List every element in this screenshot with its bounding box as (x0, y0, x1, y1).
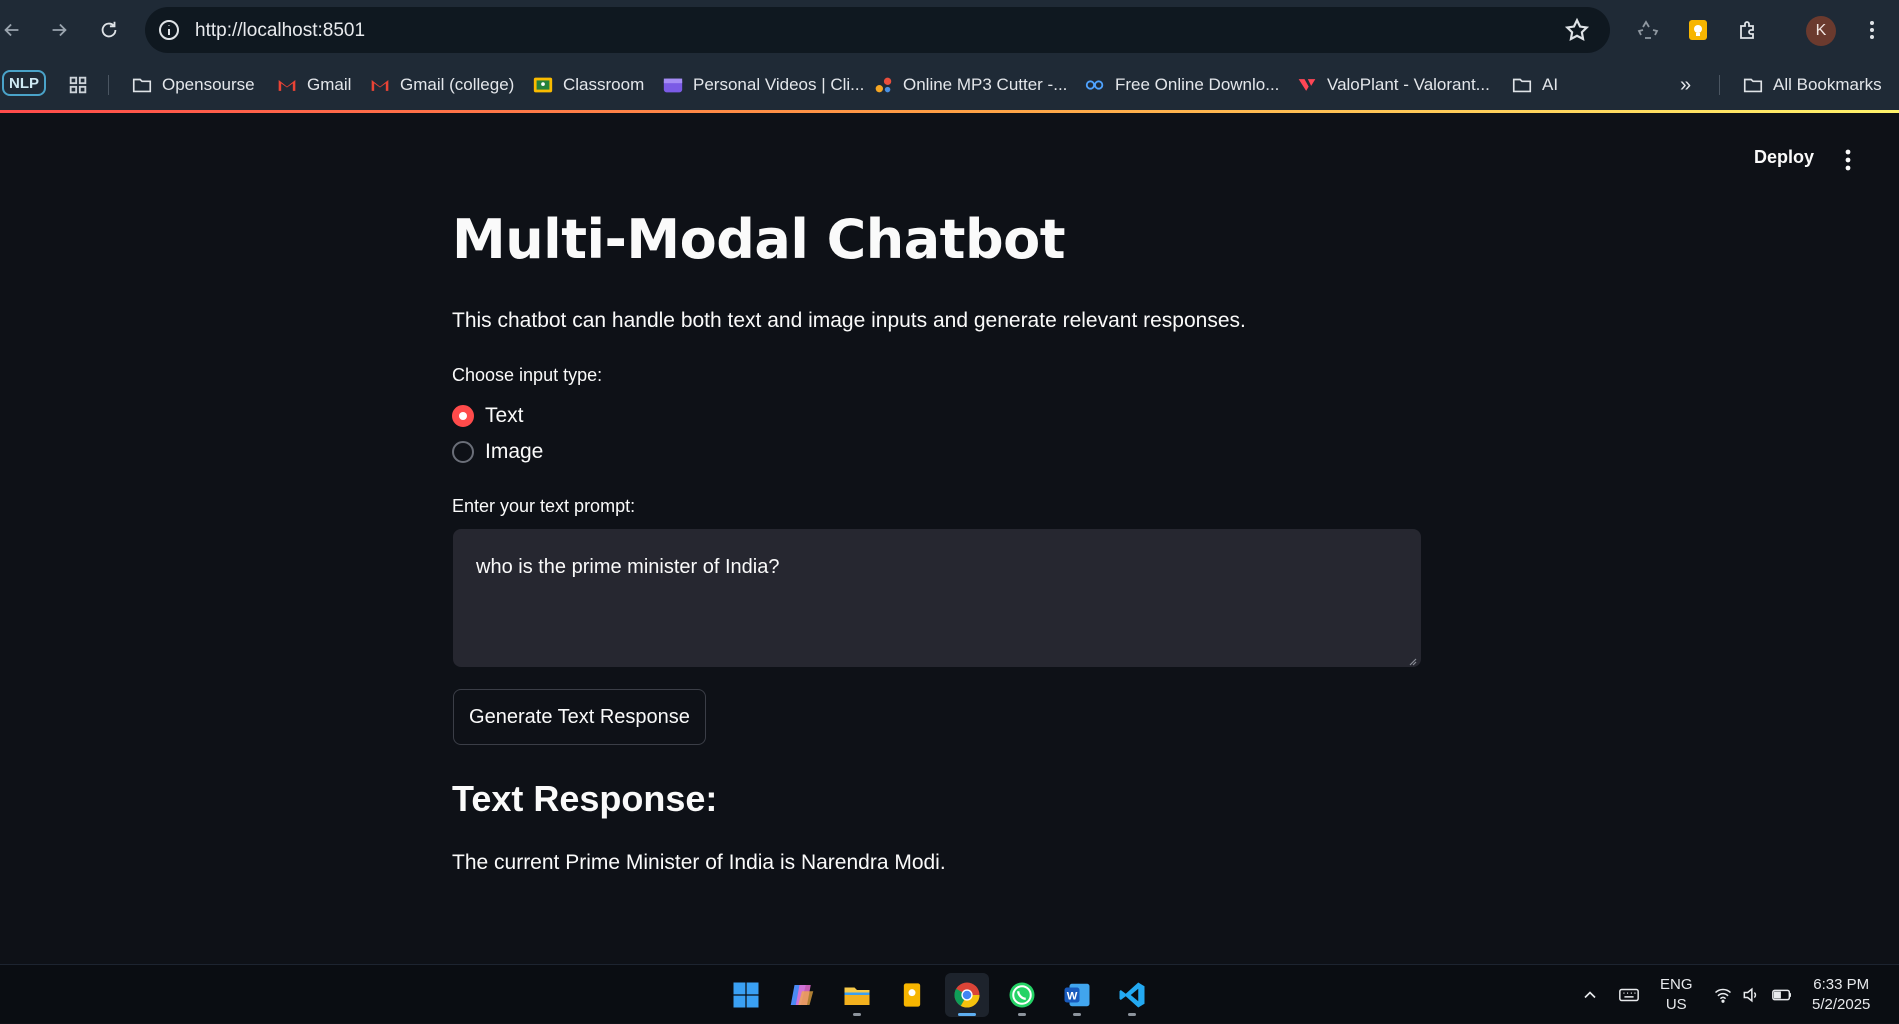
radio-option-text[interactable]: Text (452, 404, 524, 428)
recycle-extension-icon[interactable] (1633, 15, 1663, 45)
bookmark-personal-videos[interactable]: Personal Videos | Cli... (662, 60, 864, 110)
folder-icon (1742, 74, 1764, 96)
clock[interactable]: 6:33 PM 5/2/2025 (1812, 965, 1870, 1024)
browser-toolbar: http://localhost:8501 K (0, 0, 1899, 60)
apps-grid-icon[interactable] (67, 60, 89, 110)
windows-start-icon[interactable] (724, 973, 768, 1017)
prompt-label: Enter your text prompt: (452, 496, 636, 516)
streamlit-header-decoration (0, 110, 1899, 113)
clipchamp-icon (662, 74, 684, 96)
reload-icon[interactable] (91, 12, 127, 48)
tray-overflow-icon[interactable] (1580, 965, 1600, 1024)
valoplant-icon (1296, 74, 1318, 96)
text-prompt-input[interactable]: who is the prime minister of India? (453, 529, 1421, 667)
page-description: This chatbot can handle both text and im… (452, 309, 1246, 332)
profile-avatar[interactable]: K (1806, 16, 1836, 46)
back-icon[interactable] (0, 12, 30, 48)
bookmark-ai[interactable]: AI (1511, 60, 1558, 110)
response-text: The current Prime Minister of India is N… (452, 851, 946, 874)
bookmark-mp3-cutter[interactable]: Online MP3 Cutter -... (872, 60, 1067, 110)
windows-taskbar: W ENG US 6:33 PM 5/2/2025 (0, 964, 1899, 1023)
volume-icon[interactable] (1741, 965, 1761, 1024)
wifi-icon[interactable] (1713, 965, 1733, 1024)
svg-text:W: W (1067, 990, 1078, 1002)
classroom-icon (532, 74, 554, 96)
radio-selected-icon[interactable] (452, 405, 474, 427)
bookmarks-bar: Opensourse Gmail Gmail (college) Classro… (0, 60, 1899, 110)
bookmark-gmail-college[interactable]: Gmail (college) (369, 60, 514, 110)
address-bar[interactable]: http://localhost:8501 (145, 7, 1610, 53)
folder-icon (131, 74, 153, 96)
file-explorer-icon[interactable] (835, 973, 879, 1017)
bookmark-nlp[interactable]: NLP (2, 70, 46, 96)
forward-icon[interactable] (41, 12, 77, 48)
all-bookmarks[interactable]: All Bookmarks (1742, 60, 1882, 110)
radio-option-image[interactable]: Image (452, 440, 543, 464)
deploy-button[interactable]: Deploy (1754, 147, 1814, 168)
input-type-label: Choose input type: (452, 365, 603, 385)
radio-unselected-icon[interactable] (452, 441, 474, 463)
bookmark-opensourse[interactable]: Opensourse (131, 60, 255, 110)
response-heading: Text Response: (452, 778, 718, 819)
vscode-icon[interactable] (1110, 973, 1154, 1017)
chrome-icon[interactable] (945, 973, 989, 1017)
whatsapp-icon[interactable] (1000, 973, 1044, 1017)
notes-icon[interactable] (890, 973, 934, 1017)
text-prompt-value[interactable]: who is the prime minister of India? (476, 556, 779, 579)
browser-menu-icon[interactable] (1857, 15, 1887, 45)
bookmark-gmail[interactable]: Gmail (276, 60, 351, 110)
bookmark-free-online-download[interactable]: Free Online Downlo... (1084, 60, 1279, 110)
more-bookmarks-icon[interactable]: » (1680, 60, 1691, 110)
bookmark-valoplant[interactable]: ValoPlant - Valorant... (1296, 60, 1490, 110)
gmail-icon (276, 74, 298, 96)
gmail-icon (369, 74, 391, 96)
folder-icon (1511, 74, 1533, 96)
battery-icon[interactable] (1771, 965, 1793, 1024)
page-title: Multi-Modal Chatbot (452, 208, 1066, 271)
app-menu-icon[interactable] (1836, 146, 1860, 174)
extensions-puzzle-icon[interactable] (1733, 15, 1763, 45)
url-text[interactable]: http://localhost:8501 (195, 20, 365, 42)
word-icon[interactable]: W (1055, 973, 1099, 1017)
bookmark-star-icon[interactable] (1564, 17, 1590, 43)
generate-text-response-button[interactable]: Generate Text Response (453, 689, 706, 745)
download-site-icon (1084, 74, 1106, 96)
keep-extension-icon[interactable] (1683, 15, 1713, 45)
copilot-icon[interactable] (780, 973, 824, 1017)
keyboard-icon[interactable] (1618, 965, 1640, 1024)
language-indicator[interactable]: ENG US (1660, 965, 1693, 1024)
resize-handle-icon[interactable] (1407, 653, 1417, 666)
site-info-icon[interactable] (157, 18, 181, 42)
mp3-cutter-icon (872, 74, 894, 96)
bookmark-classroom[interactable]: Classroom (532, 60, 644, 110)
